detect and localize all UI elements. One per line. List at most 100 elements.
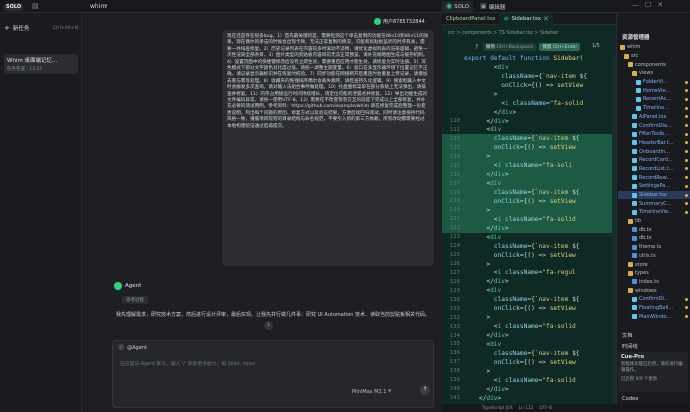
code-line[interactable]: 125 onClick ={() => setView (442, 251, 616, 260)
tree-folder[interactable]: windows (618, 286, 690, 295)
tree-file[interactable]: FolderVi... (618, 78, 690, 87)
code-line[interactable]: < i className = "fa-solid (442, 99, 616, 108)
tree-file[interactable]: FloatingBall... (618, 304, 690, 313)
code-line[interactable]: 129 < div (442, 286, 616, 295)
tree-file[interactable]: RecentAc... (618, 95, 690, 104)
sidebar-toggle-icon[interactable]: ▤ (32, 3, 39, 10)
status-line[interactable]: Ln 112 (519, 406, 534, 411)
editor-tab-clipboardpanel[interactable]: ClipboardPanel.tsx (442, 13, 499, 25)
chat-input-box[interactable] (112, 340, 434, 408)
scroll-down-button[interactable]: ↓ (264, 321, 273, 330)
tab-solo[interactable]: ◉ SOLO (442, 1, 474, 12)
tree-file[interactable]: TimelineVie... (618, 208, 690, 217)
code-line[interactable]: </div > (442, 108, 616, 117)
code-line[interactable]: 123 < div (442, 233, 616, 242)
code-line[interactable]: 122 </div > (442, 223, 616, 233)
tree-folder[interactable]: views (618, 69, 690, 78)
maximize-icon[interactable]: ☐ (645, 2, 651, 9)
tree-folder[interactable]: whim (618, 43, 690, 52)
code-line[interactable]: className ={` nav-item ${ (442, 72, 616, 81)
code-line[interactable]: 130 className ={` nav-item ${ (442, 295, 616, 304)
tree-file[interactable]: utils.ts (618, 252, 690, 261)
tree-file[interactable]: RecordList.t... (618, 165, 690, 174)
tree-file[interactable]: AIPanel.tsx (618, 113, 690, 122)
code-line[interactable]: 114 > (442, 152, 616, 162)
code-line[interactable]: 133 < i className = "fa-solid (442, 322, 616, 331)
keep-change-button[interactable]: 保留 Ctrl+Enter (539, 43, 581, 51)
chat-input-placeholder[interactable]: 在这里与 Agent 聊天，输入 '/' 获取更多能力，如 /plan, /sp… (120, 360, 255, 367)
task-list-item[interactable]: Whim 桌面端记忆... 任务完成 · 13:57 (4, 54, 78, 74)
code-line[interactable]: 136 className ={` nav-item ${ (442, 349, 616, 358)
tree-file[interactable]: index.ts (618, 278, 690, 287)
section-docs[interactable]: 文档 (622, 332, 632, 339)
tree-file[interactable]: MainWindo... (618, 312, 690, 321)
tree-file[interactable]: Sidebar.tsx (618, 190, 690, 200)
chevron-down-icon[interactable]: ▾ (104, 3, 108, 10)
code-line[interactable]: 127 < i className = "fa-regul (442, 269, 616, 278)
code-line[interactable]: onClick ={() => setView (442, 81, 616, 90)
code-line[interactable]: 138 > (442, 367, 616, 376)
tree-file[interactable]: ConfirmDia... (618, 121, 690, 130)
code-line[interactable]: > (442, 90, 616, 99)
status-language[interactable]: TypeScript JSX (482, 406, 513, 411)
code-line[interactable]: 141 </div > (442, 394, 616, 403)
code-line[interactable]: 137 onClick ={() => setView (442, 358, 616, 367)
editor-tab-sidebar[interactable]: ⚛ Sidebar.tsx ✕ (499, 13, 553, 25)
code-line[interactable]: 118 className ={` nav-item ${ (442, 188, 616, 197)
code-line[interactable]: export default function Sidebar( (442, 54, 616, 63)
tree-folder[interactable]: lib (618, 217, 690, 226)
code-line[interactable]: 113 onClick ={() => setView (442, 143, 616, 153)
code-line[interactable]: 111 < div (442, 126, 616, 135)
agent-mention[interactable]: ◎ @Agent (118, 344, 147, 351)
code-line[interactable]: 120 > (442, 205, 616, 215)
status-encoding[interactable]: UTF-8 (539, 406, 552, 411)
tree-file[interactable]: db.ts (618, 225, 690, 234)
code-line[interactable]: 116 </div > (442, 170, 616, 180)
section-timeline[interactable]: 时间线 (622, 343, 638, 350)
code-line[interactable]: 115 < i className = "fa-soli (442, 161, 616, 171)
tree-file[interactable]: HomeVie... (618, 86, 690, 95)
code-line[interactable]: 139 < i className = "fa-solid (442, 376, 616, 385)
tree-file[interactable]: theme.ts (618, 243, 690, 252)
section-codex[interactable]: Codex (622, 396, 638, 402)
code-line[interactable]: < div (442, 63, 616, 72)
model-selector[interactable]: MiniMax M2.1 ▾ (352, 388, 392, 396)
tree-file[interactable]: FilterToolb... (618, 130, 690, 139)
send-button[interactable]: ↑ (420, 385, 430, 395)
tree-file[interactable]: SettingsPa... (618, 182, 690, 191)
tree-folder[interactable]: components (618, 60, 690, 69)
code-line[interactable]: 117 < div (442, 179, 616, 189)
code-line[interactable]: 126 > (442, 260, 616, 269)
close-icon[interactable]: ✕ (657, 2, 663, 9)
code-lines[interactable]: export default function Sidebar( < div cl… (442, 54, 616, 403)
tab-editor[interactable]: ▣ 编辑器 (476, 1, 509, 12)
code-line[interactable]: 121 < i className = "fa-solid (442, 214, 616, 224)
new-task-button[interactable]: + 新任务 Ctrl+Alt+N (4, 22, 78, 34)
thinking-toggle[interactable]: 思考过程 (122, 296, 148, 304)
close-icon[interactable]: ✕ (543, 15, 549, 23)
tree-folder[interactable]: store (618, 260, 690, 269)
undo-change-button[interactable]: 撤销 Ctrl+Backspace (482, 43, 537, 51)
tree-file[interactable]: Timeline... (618, 104, 690, 113)
code-line[interactable]: 119 onClick ={() => setView (442, 197, 616, 206)
code-line[interactable]: 131 onClick ={() => setView (442, 304, 616, 313)
code-line[interactable]: 135 < div (442, 340, 616, 349)
code-line[interactable]: 132 > (442, 313, 616, 322)
code-line[interactable]: 134 </div > (442, 331, 616, 340)
tree-file[interactable]: ConfirmDi... (618, 295, 690, 304)
breadcrumb[interactable]: src > components > TS Sidebar.tsx > Side… (448, 31, 558, 36)
code-line[interactable]: 124 className ={` nav-item ${ (442, 242, 616, 251)
tree-file[interactable]: db.ts (618, 234, 690, 243)
code-line[interactable]: 110 </div > (442, 117, 616, 126)
minimize-icon[interactable]: — (632, 2, 639, 9)
code-line[interactable]: 140 </div > (442, 385, 616, 394)
diff-up-icon[interactable]: ↑ (474, 43, 480, 51)
code-line[interactable]: 112 className ={` nav-item ${ (442, 134, 616, 144)
tree-file[interactable]: OnboardIn... (618, 147, 690, 156)
tree-folder[interactable]: types (618, 269, 690, 278)
tree-file[interactable]: RecordCard... (618, 156, 690, 165)
tree-file[interactable]: SummaryC... (618, 199, 690, 208)
code-line[interactable]: 128 </div > (442, 277, 616, 286)
tree-folder[interactable]: src (618, 52, 690, 61)
tree-file[interactable]: HeaderBar.t... (618, 139, 690, 148)
